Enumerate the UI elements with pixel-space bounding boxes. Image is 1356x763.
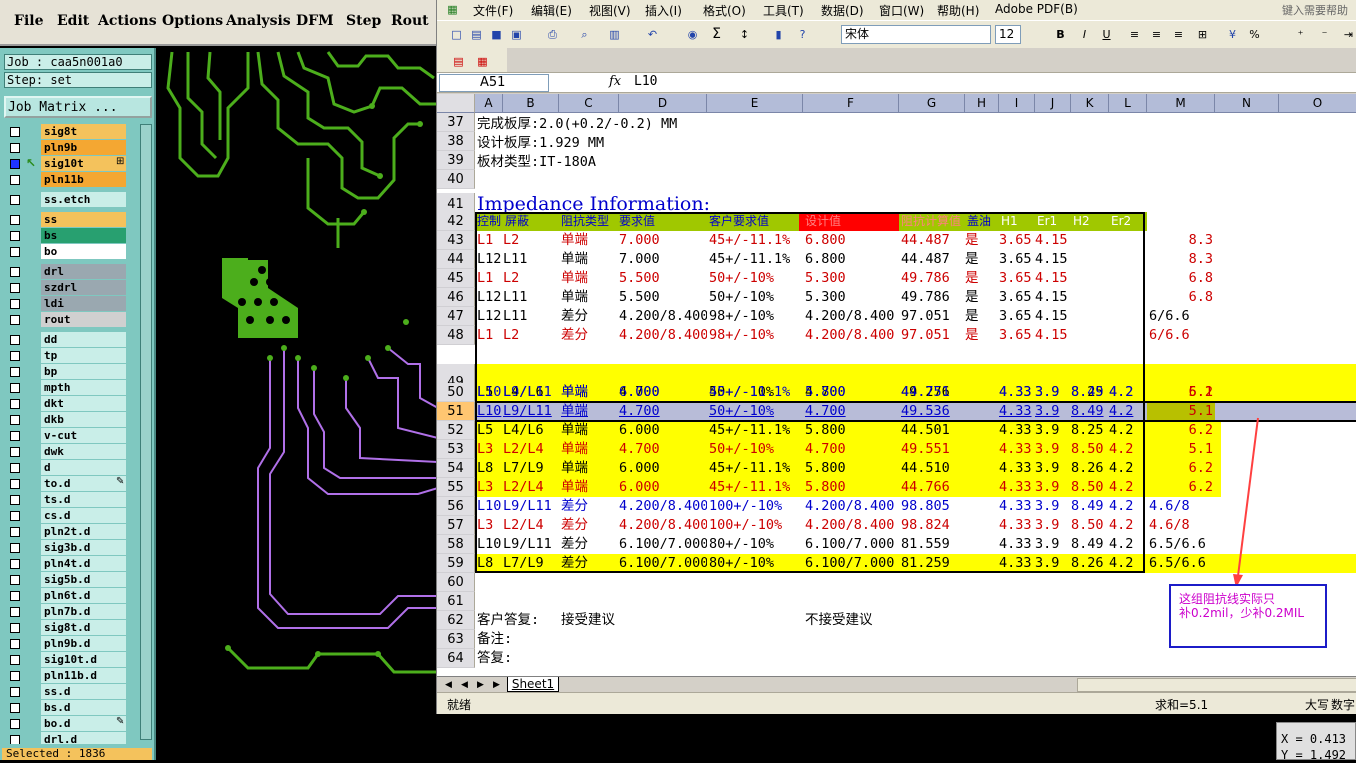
callout-line-1: 这组阻抗线实际只 (1179, 592, 1276, 606)
annotation-arrow (1233, 417, 1259, 588)
callout-line-2: 补0.2mil，少补0.2MIL (1179, 606, 1305, 620)
annotation-callout: 这组阻抗线实际只 补0.2mil，少补0.2MIL (1169, 584, 1327, 648)
